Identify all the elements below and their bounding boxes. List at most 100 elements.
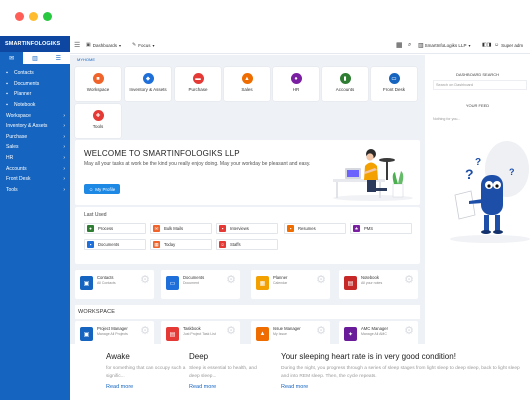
sidebar-tab-mail[interactable]: ✉ [0,52,24,64]
chevron-right-icon: › [63,176,65,183]
card-title: AMC Manager [361,326,388,331]
gear-icon: ⚙ [140,325,150,337]
tag-icon: ▲ [241,73,253,84]
dashboards-dropdown[interactable]: ▣ Dashboards ▾ [86,41,121,49]
focus-dropdown[interactable]: ✎ Focus ▾ [132,41,154,49]
apps-grid-button[interactable]: ▦ [396,41,403,49]
last-used-item[interactable]: ▪ Resumes [284,223,346,234]
module-tile-sales[interactable]: ▲ Sales [224,67,270,101]
last-used-label: Process [98,226,114,231]
welcome-title: WELCOME TO SMARTINFOLOGIKS LLP [84,149,240,158]
sidebar-item-front-desk[interactable]: Front Desk › [0,174,70,185]
building-icon: ▥ [418,42,424,49]
read-more-link[interactable]: Read more [189,384,267,390]
module-tile-workspace[interactable]: ■ Workspace [75,67,121,101]
sidebar-item-label: Accounts [6,165,27,172]
dashboards-label: Dashboards [92,42,117,48]
sidebar-item-documents[interactable]: ▪ Documents [0,79,70,90]
module-tile-inventory[interactable]: ◆ Inventory & Assets [125,67,171,101]
module-tile-purchase[interactable]: ▬ Purchase [175,67,221,101]
last-used-item[interactable]: ★ PMS [350,223,412,234]
company-name: SmartInfoLogiks LLP [424,42,467,48]
company-switcher[interactable]: ▥ SmartInfoLogiks LLP ▾ [418,41,470,49]
read-more-link[interactable]: Read more [281,384,526,390]
contacts-icon: ▣ [80,276,93,290]
chevron-right-icon: › [63,186,65,193]
module-tile-accounts[interactable]: ▮ Accounts [322,67,368,101]
cube-icon: ◆ [142,73,154,84]
my-profile-button[interactable]: ☺ My Profile [84,184,120,194]
star-icon: ★ [353,225,360,232]
gear-icon: ⚙ [404,325,414,337]
last-used-item[interactable]: ☺ Staffs [216,239,278,250]
notebook-icon: ▪ [6,102,8,109]
sidebar-item-inventory[interactable]: Inventory & Assets › [0,121,70,132]
sleep-insights-strip: Awake for something that can occupy such… [70,344,530,400]
card-title: Planner [273,275,288,280]
dashboard-search-input[interactable]: Search on Dashboard [433,80,527,90]
sidebar-item-label: Purchase [6,133,28,140]
last-used-item[interactable]: ▦ Today [150,239,212,250]
sidebar-item-tools[interactable]: Tools › [0,185,70,196]
chevron-right-icon: › [63,155,65,162]
user-icon: ☺ [88,186,94,192]
last-used-item[interactable]: ✉ Bulk Mails [150,223,212,234]
card-subtitle: Calendar [273,281,288,285]
language-switch[interactable]: ◧◨ [482,41,491,49]
sidebar-item-contacts[interactable]: ▪ Contacts [0,68,70,79]
cart-icon: ▬ [192,73,204,84]
card-title: Documents [183,275,205,280]
your-feed-heading: YOUR FEED [465,103,490,108]
hamburger-menu-button[interactable]: ☰ [74,41,80,49]
module-tile-hr[interactable]: ● HR [273,67,319,101]
chevron-right-icon: › [63,144,65,151]
close-window-button[interactable] [15,12,24,21]
sidebar-item-workspace[interactable]: Workspace › [0,110,70,121]
sidebar-item-purchase[interactable]: Purchase › [0,132,70,143]
my-profile-label: My Profile [95,186,116,192]
notebook-icon: ▤ [344,276,357,290]
module-tile-tools[interactable]: ✚ Tools [75,104,121,138]
sidebar-item-accounts[interactable]: Accounts › [0,163,70,174]
quick-card-contacts[interactable]: ▣ Contacts All Contacts ⚙ [75,270,154,299]
quick-card-notebook[interactable]: ▤ Notebook All your notes ⚙ [339,270,418,299]
quick-card-planner[interactable]: ▦ Planner Calendar ⚙ [251,270,330,299]
quick-card-documents[interactable]: ▭ Documents Document ⚙ [161,270,240,299]
maximize-window-button[interactable] [43,12,52,21]
card-title: Project Manager [97,326,128,331]
last-used-label: Documents [98,242,120,247]
sidebar-item-planner[interactable]: ▪ Planner [0,89,70,100]
user-menu[interactable]: ☺ Super adm [494,41,523,49]
issue-icon: ▲ [256,327,269,341]
last-used-item[interactable]: ▪ Documents [84,239,146,250]
read-more-link[interactable]: Read more [106,384,196,390]
module-tile-front-desk[interactable]: ▭ Front Desk [371,67,417,101]
card-subtitle: My Issue [273,332,288,336]
sidebar-tab-team[interactable]: ☰ [47,52,70,64]
mail-icon: ✉ [153,225,160,232]
dashboard-search-heading: DASHBOARD SEARCH [455,72,500,77]
last-used-item[interactable]: ● Process [84,223,146,234]
sidebar-item-sales[interactable]: Sales › [0,142,70,153]
sidebar-tab-reports[interactable]: ▥ [23,52,46,64]
svg-text:?: ? [475,157,481,168]
sleep-card-title: Deep [189,352,209,361]
last-used-label: Staffs [230,242,241,247]
project-icon: ▣ [80,327,93,341]
card-subtitle: Manage All Projects [97,332,128,336]
search-icon: ⌕ [408,41,412,48]
sidebar-item-hr[interactable]: HR › [0,153,70,164]
interview-icon: ▪ [219,225,226,232]
card-subtitle: All your notes [361,281,383,285]
search-button[interactable]: ⌕ [408,41,411,49]
sidebar-item-label: Contacts [14,70,34,77]
last-used-item[interactable]: ▪ Interviews [216,223,278,234]
minimize-window-button[interactable] [29,12,38,21]
sidebar-item-notebook[interactable]: ▪ Notebook [0,100,70,111]
user-name: Super adm [501,42,524,48]
svg-text:?: ? [465,166,474,182]
browser-window: SMARTINFOLOGIKS LLP ✉ ▥ ☰ ▪ Contacts ▪ Doc… [0,0,530,400]
breadcrumb[interactable]: MYHOME [77,57,95,62]
module-label: Front Desk [382,87,405,92]
desk-icon: ▭ [388,73,400,84]
